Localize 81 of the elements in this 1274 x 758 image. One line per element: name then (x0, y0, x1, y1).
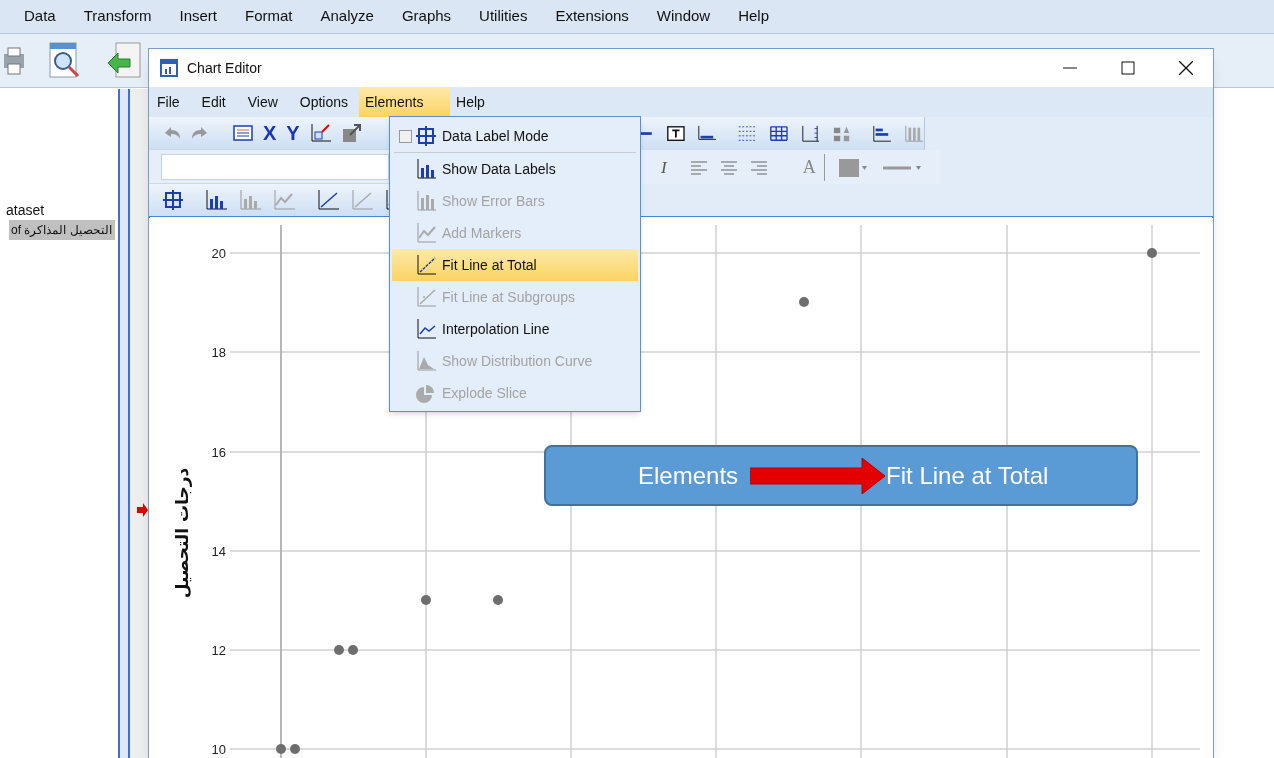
bar-chart-icon (416, 159, 436, 179)
splitter-bar[interactable] (118, 89, 130, 758)
menu-item[interactable]: Extensions (555, 5, 629, 28)
data-point (348, 645, 358, 655)
data-point (799, 297, 809, 307)
window-title: Chart Editor (187, 58, 262, 78)
menu-item[interactable]: Graphs (401, 5, 452, 28)
arrow-icon (750, 457, 887, 494)
fit-line-subgroups-icon[interactable] (351, 190, 373, 210)
menu-item[interactable]: Help (738, 5, 770, 28)
axis-title: درجات التحصيل (172, 467, 192, 599)
markers-icon (416, 223, 436, 243)
target-icon (416, 126, 436, 146)
menu-item[interactable]: Transform (83, 5, 152, 28)
callout-text: Elements (638, 460, 739, 491)
menu-item[interactable]: Format (245, 5, 293, 28)
pie-slice-icon (416, 383, 436, 403)
menu-item[interactable]: Insert (179, 5, 217, 28)
axis-tick-label: 14 (211, 544, 226, 559)
callout-text: Fit Line at Total (886, 460, 1049, 491)
horizontal-bars-icon[interactable] (872, 123, 893, 144)
text-box-icon[interactable] (665, 123, 686, 144)
grid-icon[interactable] (769, 123, 789, 144)
checkbox[interactable] (399, 129, 412, 143)
axis-tick-label: 10 (211, 742, 226, 757)
axis-tick-label: 16 (211, 445, 226, 460)
data-point (493, 595, 503, 605)
chart-editor-icon (159, 58, 179, 78)
menu-item[interactable]: Elements (359, 87, 451, 117)
data-point (334, 645, 344, 655)
align-right-icon[interactable] (750, 160, 767, 175)
menu-item[interactable]: View (241, 87, 284, 117)
data-point (1147, 248, 1157, 258)
menu-item[interactable]: File (151, 87, 186, 117)
text-input-field[interactable] (161, 153, 389, 180)
line-chart-icon (416, 319, 436, 339)
italic-tool[interactable]: I (661, 154, 667, 181)
menu-item[interactable]: Show Data Labels (392, 153, 638, 185)
vertical-bars-icon[interactable] (904, 123, 924, 144)
fit-line-icon[interactable] (317, 190, 339, 210)
fit-line-icon (416, 287, 436, 307)
menu-item[interactable]: Edit (195, 87, 232, 117)
close-icon[interactable] (1179, 61, 1193, 75)
undo-icon[interactable] (163, 125, 181, 141)
print-preview-icon[interactable] (48, 40, 82, 81)
axis-tick-label: 20 (211, 246, 226, 261)
data-point (421, 595, 431, 605)
menu-checkbox-item[interactable]: Data Label Mode (392, 120, 638, 152)
resize-icon[interactable] (341, 123, 362, 143)
menu-item[interactable]: Options (293, 87, 355, 117)
marker-icon (137, 503, 148, 517)
redo-icon[interactable] (191, 125, 209, 141)
properties-icon[interactable] (233, 125, 253, 141)
menu-item[interactable]: Fit Line at Total (392, 249, 638, 281)
data-point (276, 744, 286, 754)
x-axis-tool[interactable]: X (263, 118, 277, 148)
axis-scale-icon[interactable] (309, 123, 332, 143)
fill-color-dropdown-icon[interactable] (838, 157, 869, 178)
y-axis-tool[interactable]: Y (286, 118, 300, 148)
panel-heading: ataset (6, 201, 45, 220)
data-point (290, 744, 300, 754)
area-chart-icon (416, 351, 436, 371)
error-bars-icon (416, 191, 436, 211)
maximize-icon[interactable] (1121, 61, 1135, 75)
menu-item[interactable]: Window (656, 5, 711, 28)
axis-ticks-icon[interactable] (800, 123, 821, 144)
error-bars-icon[interactable] (239, 190, 261, 210)
bar-chart-icon[interactable] (205, 190, 227, 210)
menu-item[interactable]: Analyze (320, 5, 374, 28)
align-left-icon[interactable] (690, 160, 707, 175)
menu-item[interactable]: Help (450, 87, 491, 117)
axis-tick-label: 12 (211, 643, 226, 658)
menu-item[interactable]: Interpolation Line (392, 313, 638, 345)
markers-icon[interactable] (273, 190, 295, 210)
menu-item[interactable]: Data (24, 5, 56, 28)
tree-item[interactable]: of التحصيل المذاكرة (9, 220, 115, 240)
axis-tick-label: 18 (211, 345, 226, 360)
target-icon[interactable] (163, 190, 183, 210)
menu-item[interactable]: Utilities (479, 5, 528, 28)
align-center-icon[interactable] (720, 160, 737, 175)
fit-line-icon (416, 255, 436, 275)
